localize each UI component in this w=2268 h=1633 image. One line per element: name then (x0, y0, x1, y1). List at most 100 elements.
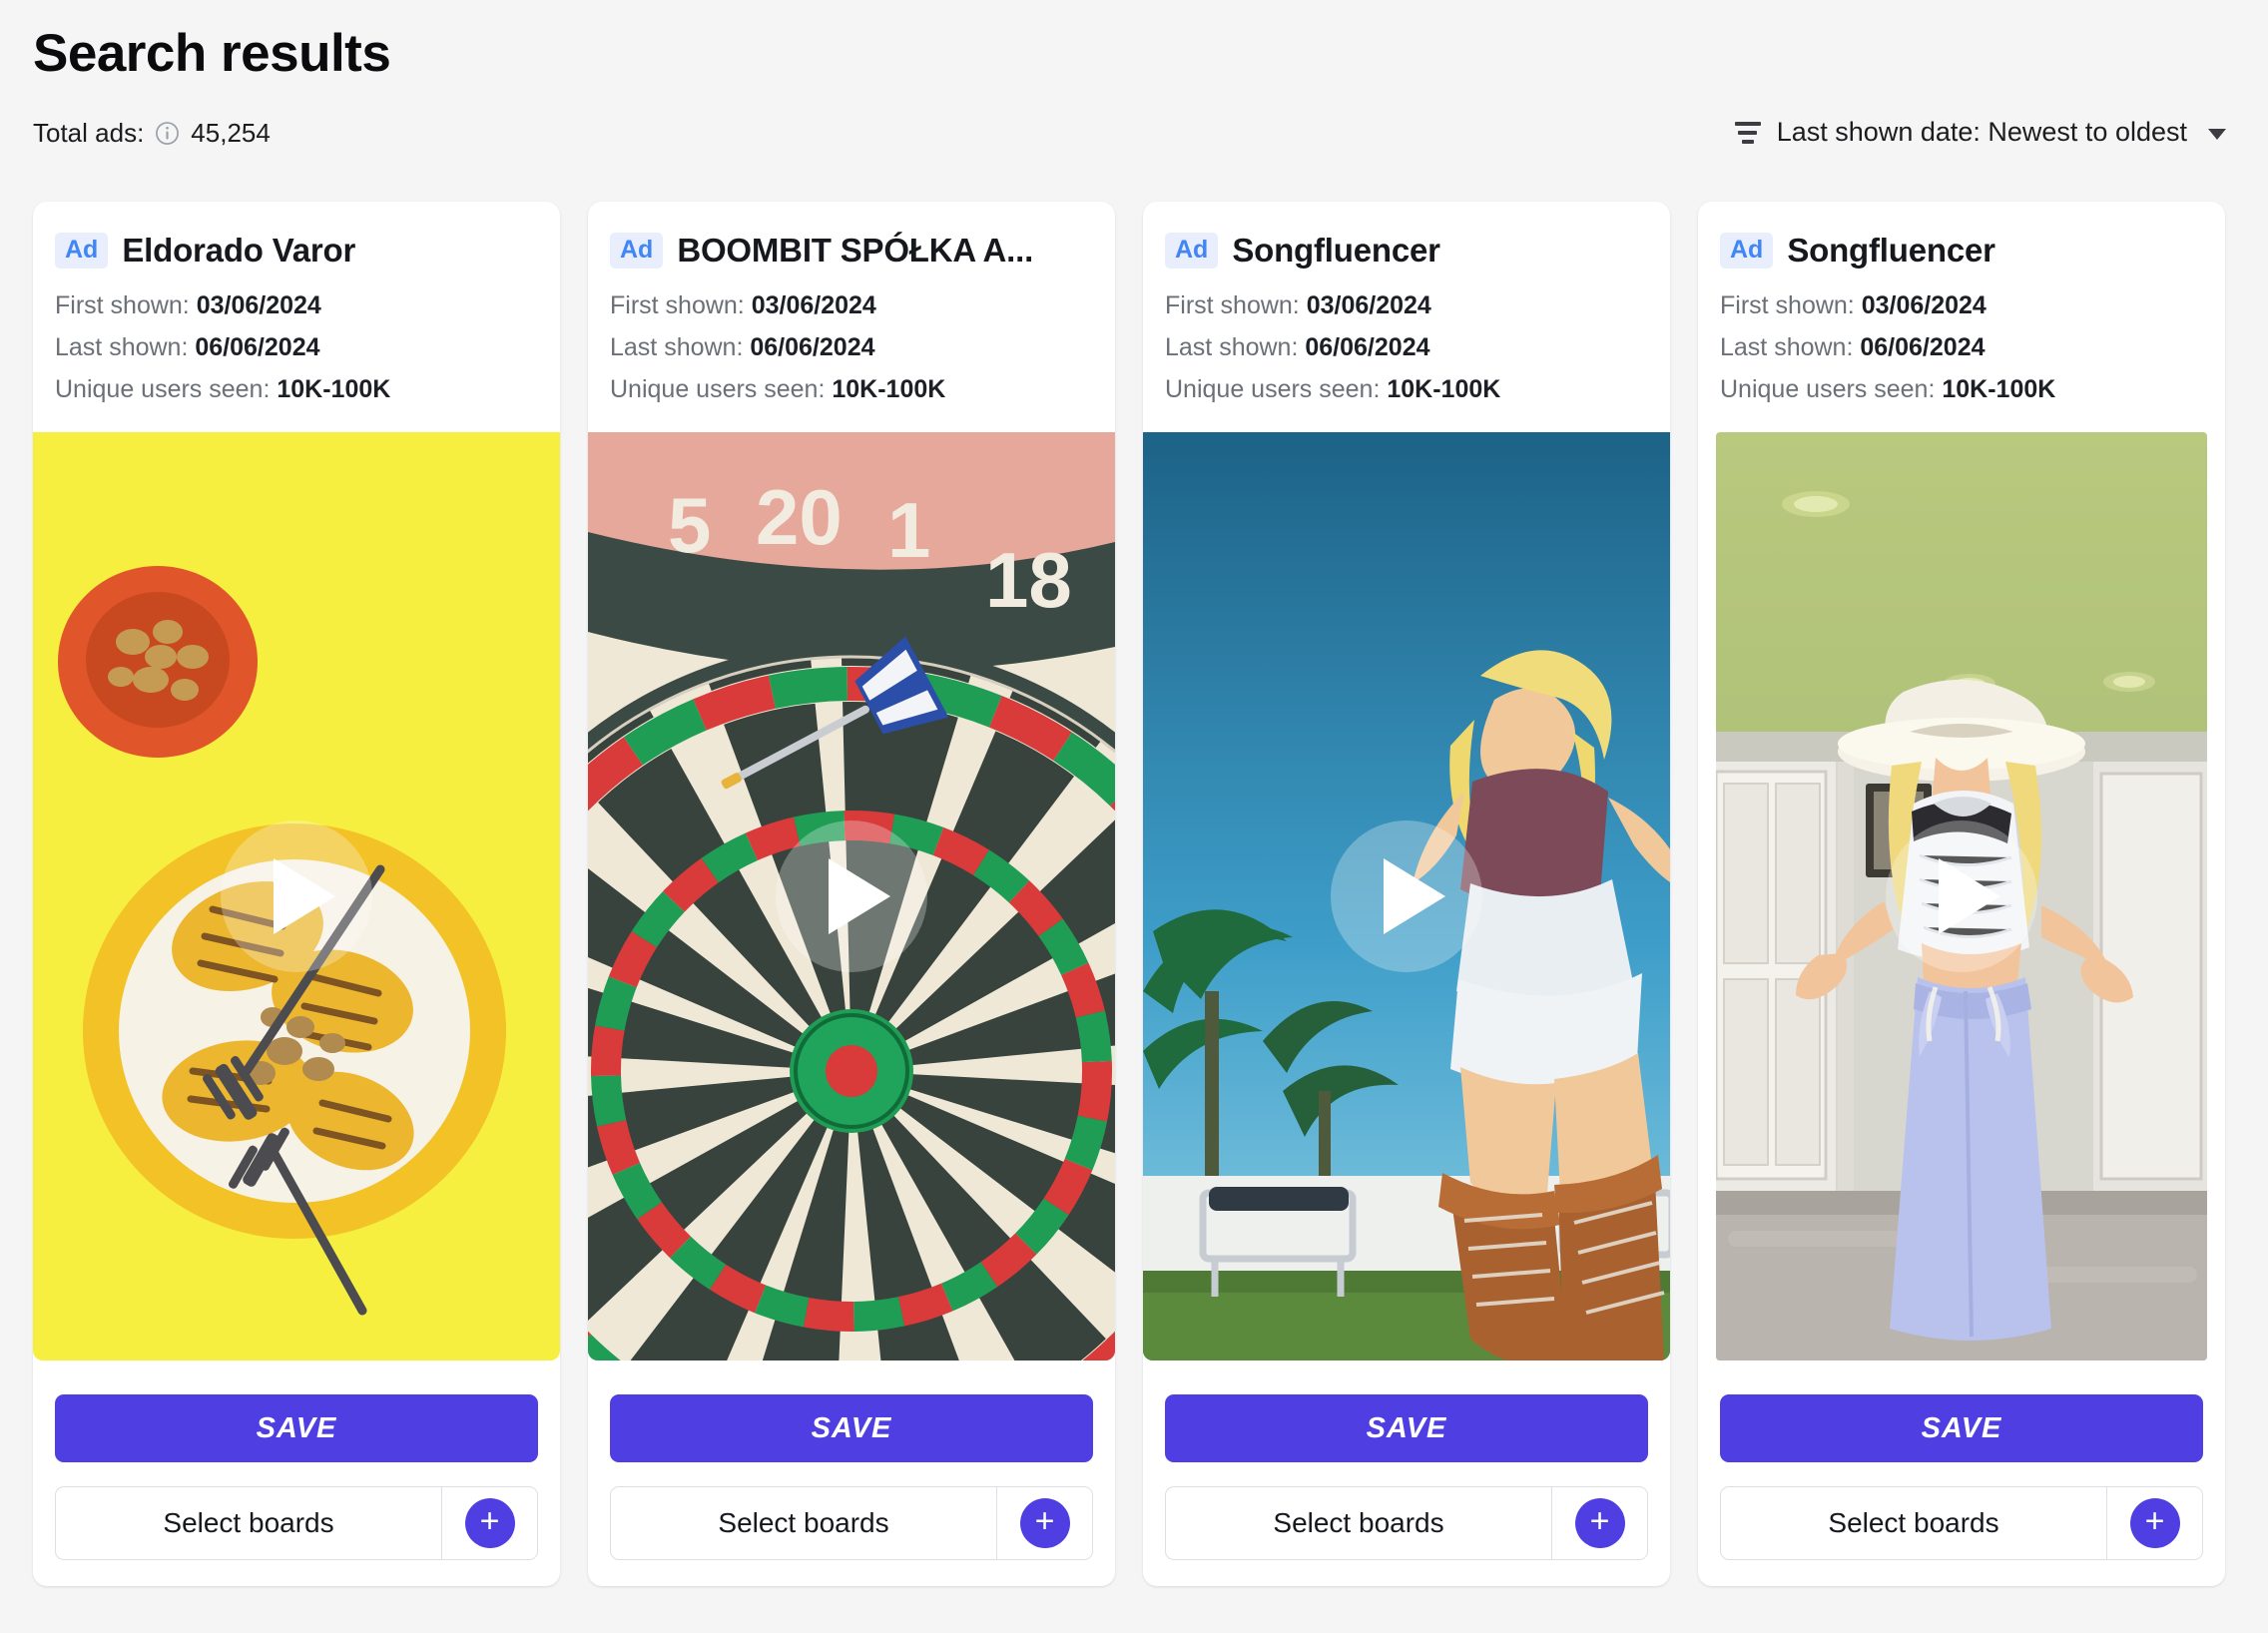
first-shown-label: First shown: (610, 291, 745, 319)
last-shown-row: Last shown: 06/06/2024 (1165, 333, 1648, 362)
ad-badge: Ad (1720, 232, 1774, 270)
plus-icon: + (1574, 1498, 1625, 1548)
first-shown-value: 03/06/2024 (751, 291, 876, 319)
sort-lines-icon (1734, 120, 1762, 146)
unique-users-row: Unique users seen: 10K-100K (55, 375, 538, 404)
unique-users-value: 10K-100K (1942, 375, 2056, 403)
unique-users-label: Unique users seen: (1165, 375, 1381, 403)
select-boards-button[interactable]: Select boards (611, 1487, 996, 1559)
search-results-page: Search results Total ads: 45,254 Last sh… (0, 0, 2268, 1633)
thumbnail-image-woman-outdoors (1143, 432, 1670, 1361)
ad-thumbnail[interactable] (33, 432, 560, 1361)
total-ads-row: Total ads: 45,254 (33, 118, 271, 149)
advertiser-row: Ad BOOMBIT SPÓŁKA A... (610, 232, 1093, 270)
advertiser-row: Ad Songfluencer (1720, 232, 2203, 270)
advertiser-name[interactable]: Songfluencer (1787, 232, 1994, 270)
unique-users-row: Unique users seen: 10K-100K (610, 375, 1093, 404)
add-board-button[interactable]: + (996, 1487, 1092, 1559)
thumbnail-image-peach-dessert (33, 432, 560, 1361)
info-circle-icon[interactable] (154, 120, 181, 147)
ad-card-header: Ad BOOMBIT SPÓŁKA A... First shown: 03/0… (588, 202, 1115, 404)
last-shown-row: Last shown: 06/06/2024 (1720, 333, 2203, 362)
unique-users-row: Unique users seen: 10K-100K (1165, 375, 1648, 404)
unique-users-row: Unique users seen: 10K-100K (1720, 375, 2203, 404)
last-shown-label: Last shown: (1165, 333, 1299, 361)
chevron-down-icon (2208, 128, 2226, 140)
total-ads-value: 45,254 (191, 118, 271, 148)
ad-badge: Ad (610, 232, 664, 270)
thumbnail-image-dartboard: 5 20 1 18 (588, 432, 1115, 1361)
advertiser-name[interactable]: Eldorado Varor (122, 232, 355, 270)
select-boards-button[interactable]: Select boards (1721, 1487, 2106, 1559)
plus-icon: + (464, 1498, 515, 1548)
select-boards-row: Select boards + (610, 1486, 1093, 1560)
ad-card-header: Ad Eldorado Varor First shown: 03/06/202… (33, 202, 560, 404)
add-board-button[interactable]: + (1551, 1487, 1647, 1559)
advertiser-row: Ad Songfluencer (1165, 232, 1648, 270)
last-shown-value: 06/06/2024 (750, 333, 875, 361)
ad-badge: Ad (55, 232, 109, 270)
ad-card[interactable]: Ad BOOMBIT SPÓŁKA A... First shown: 03/0… (588, 202, 1115, 1586)
ad-card-grid: Ad Eldorado Varor First shown: 03/06/202… (33, 202, 2225, 1586)
save-button[interactable]: SAVE (1165, 1394, 1648, 1462)
ad-card-header: Ad Songfluencer First shown: 03/06/2024 … (1143, 202, 1670, 404)
first-shown-row: First shown: 03/06/2024 (1720, 291, 2203, 320)
first-shown-label: First shown: (55, 291, 190, 319)
plus-icon: + (1019, 1498, 1070, 1548)
page-title: Search results (33, 24, 391, 83)
advertiser-row: Ad Eldorado Varor (55, 232, 538, 270)
last-shown-value: 06/06/2024 (1305, 333, 1430, 361)
unique-users-label: Unique users seen: (1720, 375, 1936, 403)
advertiser-name[interactable]: BOOMBIT SPÓŁKA A... (677, 232, 1033, 270)
select-boards-row: Select boards + (55, 1486, 538, 1560)
ad-thumbnail[interactable] (1143, 432, 1670, 1361)
ad-badge: Ad (1165, 232, 1219, 270)
ad-card[interactable]: Ad Eldorado Varor First shown: 03/06/202… (33, 202, 560, 1586)
select-boards-row: Select boards + (1165, 1486, 1648, 1560)
last-shown-label: Last shown: (1720, 333, 1854, 361)
unique-users-value: 10K-100K (277, 375, 391, 403)
svg-text:1: 1 (887, 486, 930, 574)
sort-dropdown-label: Last shown date: Newest to oldest (1776, 117, 2187, 147)
ad-card-actions: SAVE Select boards + (588, 1361, 1115, 1560)
last-shown-row: Last shown: 06/06/2024 (55, 333, 538, 362)
first-shown-value: 03/06/2024 (196, 291, 321, 319)
plus-icon: + (2129, 1498, 2180, 1548)
ad-card[interactable]: Ad Songfluencer First shown: 03/06/2024 … (1698, 202, 2225, 1586)
last-shown-row: Last shown: 06/06/2024 (610, 333, 1093, 362)
save-button[interactable]: SAVE (1720, 1394, 2203, 1462)
unique-users-value: 10K-100K (1387, 375, 1501, 403)
select-boards-button[interactable]: Select boards (1166, 1487, 1551, 1559)
svg-text:5: 5 (668, 481, 711, 569)
thumbnail-image-woman-cowboy-hat (1716, 432, 2207, 1361)
last-shown-label: Last shown: (55, 333, 189, 361)
last-shown-value: 06/06/2024 (195, 333, 320, 361)
save-button[interactable]: SAVE (55, 1394, 538, 1462)
ad-card[interactable]: Ad Songfluencer First shown: 03/06/2024 … (1143, 202, 1670, 1586)
advertiser-name[interactable]: Songfluencer (1232, 232, 1439, 270)
save-button[interactable]: SAVE (610, 1394, 1093, 1462)
svg-text:18: 18 (985, 536, 1072, 624)
page-header: Search results Total ads: 45,254 Last sh… (0, 0, 2268, 200)
first-shown-value: 03/06/2024 (1306, 291, 1431, 319)
unique-users-label: Unique users seen: (55, 375, 271, 403)
first-shown-row: First shown: 03/06/2024 (610, 291, 1093, 320)
first-shown-row: First shown: 03/06/2024 (1165, 291, 1648, 320)
ad-card-actions: SAVE Select boards + (33, 1361, 560, 1560)
last-shown-label: Last shown: (610, 333, 744, 361)
total-ads-label: Total ads: (33, 118, 145, 148)
add-board-button[interactable]: + (441, 1487, 537, 1559)
ad-thumbnail[interactable] (1716, 432, 2207, 1361)
last-shown-value: 06/06/2024 (1860, 333, 1985, 361)
first-shown-label: First shown: (1165, 291, 1300, 319)
select-boards-button[interactable]: Select boards (56, 1487, 441, 1559)
ad-card-actions: SAVE Select boards + (1698, 1361, 2225, 1560)
first-shown-label: First shown: (1720, 291, 1855, 319)
sort-dropdown[interactable]: Last shown date: Newest to oldest (1734, 117, 2226, 148)
ad-thumbnail[interactable]: 5 20 1 18 (588, 432, 1115, 1361)
unique-users-label: Unique users seen: (610, 375, 826, 403)
first-shown-row: First shown: 03/06/2024 (55, 291, 538, 320)
ad-card-header: Ad Songfluencer First shown: 03/06/2024 … (1698, 202, 2225, 404)
svg-text:20: 20 (756, 473, 843, 561)
add-board-button[interactable]: + (2106, 1487, 2202, 1559)
